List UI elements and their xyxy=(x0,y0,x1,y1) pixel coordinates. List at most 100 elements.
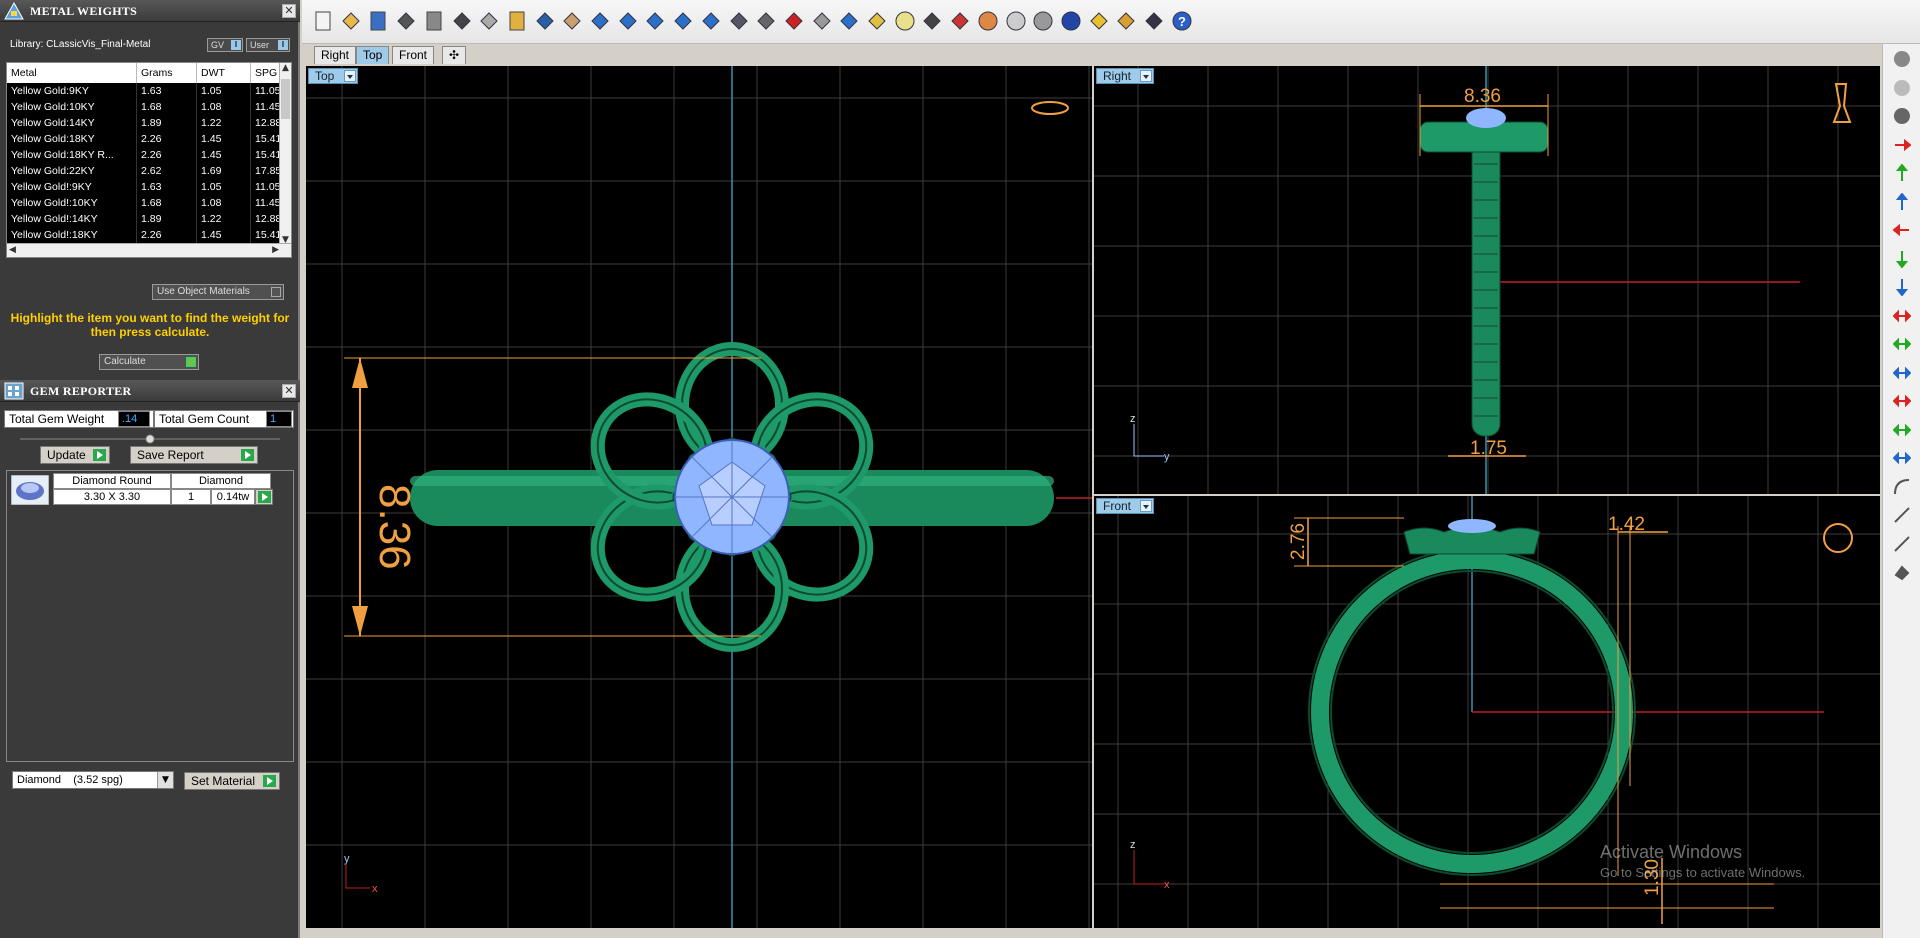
table-row[interactable]: Yellow Gold:18KY R... 2.26 1.45 15.41 xyxy=(7,147,283,163)
line-tool-icon[interactable] xyxy=(1893,506,1911,524)
cut-icon[interactable] xyxy=(451,10,473,32)
paste-icon[interactable] xyxy=(506,10,528,32)
table-row[interactable]: Yellow Gold!:14KY 1.89 1.22 12.88 xyxy=(7,211,283,227)
vertical-scrollbar[interactable]: ▲ ▼ xyxy=(279,63,291,257)
line-angle-icon[interactable] xyxy=(1893,535,1911,553)
light-bulb-icon[interactable] xyxy=(1893,79,1911,97)
table-row[interactable]: Yellow Gold:14KY 1.89 1.22 12.88 xyxy=(7,115,283,131)
material-select[interactable]: Diamond (3.52 spg) ▼ xyxy=(12,771,174,789)
use-object-materials-checkbox[interactable]: Use Object Materials xyxy=(152,284,284,300)
curve-icon[interactable] xyxy=(1893,478,1911,496)
add-tab-icon[interactable]: ✣ xyxy=(442,46,466,64)
update-button[interactable]: Update xyxy=(40,446,110,464)
viewport-top[interactable]: 8.36 y x Top xyxy=(306,66,1092,928)
navigate-icon[interactable] xyxy=(1893,50,1911,68)
shrink-blue-icon[interactable] xyxy=(1893,449,1911,467)
four-view-icon[interactable] xyxy=(755,10,777,32)
tab-right[interactable]: Right xyxy=(314,46,357,64)
expand-blue-icon[interactable] xyxy=(1893,364,1911,382)
arrow-down-icon[interactable] xyxy=(1893,250,1911,268)
horizontal-scrollbar[interactable]: ◀ ▶ xyxy=(7,243,291,257)
expand-horizontal-icon[interactable] xyxy=(1893,307,1911,325)
move-icon[interactable] xyxy=(589,10,611,32)
gv-toggle[interactable]: GV I xyxy=(207,38,243,52)
save-report-button[interactable]: Save Report xyxy=(130,446,258,464)
wand-icon[interactable] xyxy=(1088,10,1110,32)
table-row[interactable]: Yellow Gold!:18KY 2.26 1.45 15.41 xyxy=(7,227,283,243)
viewport-front-label[interactable]: Front xyxy=(1096,498,1154,514)
sphere-shaded-icon[interactable] xyxy=(1005,10,1027,32)
viewport-right-label[interactable]: Right xyxy=(1096,68,1154,84)
chevron-down-icon[interactable] xyxy=(344,70,356,82)
calculate-hint: Highlight the item you want to find the … xyxy=(10,311,290,339)
material-icon[interactable] xyxy=(949,10,971,32)
pan-hand-icon[interactable] xyxy=(561,10,583,32)
new-file-icon[interactable] xyxy=(312,10,334,32)
scrollbar-thumb[interactable] xyxy=(281,79,290,119)
metal-weights-table[interactable]: Metal Grams DWT SPG Yellow Gold:9KY 1.63 1… xyxy=(6,62,292,258)
zoom-extents-icon[interactable] xyxy=(672,10,694,32)
gem-go-button[interactable] xyxy=(255,489,273,505)
lock-icon[interactable] xyxy=(921,10,943,32)
zoom-box-icon[interactable] xyxy=(644,10,666,32)
snap-icon[interactable] xyxy=(1143,10,1165,32)
tab-top[interactable]: Top xyxy=(356,46,390,64)
light-icon[interactable] xyxy=(894,10,916,32)
rotate-view-icon[interactable] xyxy=(728,10,750,32)
gem-list[interactable]: Diamond Round Diamond 3.30 X 3.30 1 0.14… xyxy=(6,470,294,762)
save-icon[interactable] xyxy=(367,10,389,32)
column-header-metal[interactable]: Metal xyxy=(7,63,137,83)
viewport-top-label[interactable]: Top xyxy=(308,68,358,84)
eraser-icon[interactable] xyxy=(1893,563,1911,581)
arrow-right-icon[interactable] xyxy=(1893,136,1911,154)
scroll-up-icon[interactable]: ▲ xyxy=(282,63,289,73)
selection-icon[interactable] xyxy=(866,10,888,32)
print-icon[interactable] xyxy=(395,10,417,32)
scroll-left-icon[interactable]: ◀ xyxy=(9,245,16,255)
zoom-icon[interactable] xyxy=(617,10,639,32)
tab-front[interactable]: Front xyxy=(392,46,435,64)
copy-icon[interactable] xyxy=(478,10,500,32)
close-icon[interactable]: ✕ xyxy=(282,384,296,398)
sphere-gray-icon[interactable] xyxy=(1032,10,1054,32)
viewport-right[interactable]: 8.36 1.75 z y Right xyxy=(1094,66,1880,494)
table-row[interactable]: Yellow Gold:18KY 2.26 1.45 15.41 xyxy=(7,131,283,147)
arrow-up-icon[interactable] xyxy=(1893,164,1911,182)
chevron-down-icon[interactable] xyxy=(1140,500,1152,512)
column-header-grams[interactable]: Grams xyxy=(137,63,197,83)
windows-activation-watermark: Activate Windows Go to Settings to activ… xyxy=(1600,842,1805,880)
sphere-icon[interactable] xyxy=(1893,107,1911,125)
table-row[interactable]: Yellow Gold:22KY 2.62 1.69 17.85 xyxy=(7,163,283,179)
arrow-left-icon[interactable] xyxy=(1893,221,1911,239)
splitter-handle[interactable] xyxy=(10,432,290,446)
color-wheel-icon[interactable] xyxy=(977,10,999,32)
calculate-button[interactable]: Calculate xyxy=(99,354,199,370)
expand-vertical-icon[interactable] xyxy=(1893,335,1911,353)
table-row[interactable]: Yellow Gold:10KY 1.68 1.08 11.45 xyxy=(7,99,283,115)
list-item[interactable]: Diamond Round Diamond 3.30 X 3.30 1 0.14… xyxy=(7,471,293,507)
arrow-down-blue-icon[interactable] xyxy=(1893,278,1911,296)
car-icon[interactable] xyxy=(783,10,805,32)
copy-page-icon[interactable] xyxy=(423,10,445,32)
open-folder-icon[interactable] xyxy=(340,10,362,32)
column-header-dwt[interactable]: DWT xyxy=(197,63,251,83)
arrow-up-blue-icon[interactable] xyxy=(1893,192,1911,211)
gear-icon[interactable] xyxy=(1115,10,1137,32)
close-icon[interactable]: ✕ xyxy=(282,4,296,18)
table-row[interactable]: Yellow Gold:9KY 1.63 1.05 11.05 xyxy=(7,83,283,99)
shrink-vertical-icon[interactable] xyxy=(1893,421,1911,439)
user-toggle[interactable]: User I xyxy=(246,38,290,52)
set-material-button[interactable]: Set Material xyxy=(184,772,280,790)
chevron-down-icon[interactable]: ▼ xyxy=(157,772,173,788)
zoom-selected-icon[interactable] xyxy=(700,10,722,32)
scroll-right-icon[interactable]: ▶ xyxy=(272,245,279,255)
car-outline-icon[interactable] xyxy=(811,10,833,32)
shrink-horizontal-icon[interactable] xyxy=(1893,392,1911,410)
sphere-blue-icon[interactable] xyxy=(1060,10,1082,32)
table-row[interactable]: Yellow Gold!:9KY 1.63 1.05 11.05 xyxy=(7,179,283,195)
table-row[interactable]: Yellow Gold!:10KY 1.68 1.08 11.45 xyxy=(7,195,283,211)
undo-icon[interactable] xyxy=(534,10,556,32)
select-icon[interactable] xyxy=(838,10,860,32)
help-icon[interactable]: ? xyxy=(1171,10,1193,32)
chevron-down-icon[interactable] xyxy=(1140,70,1152,82)
